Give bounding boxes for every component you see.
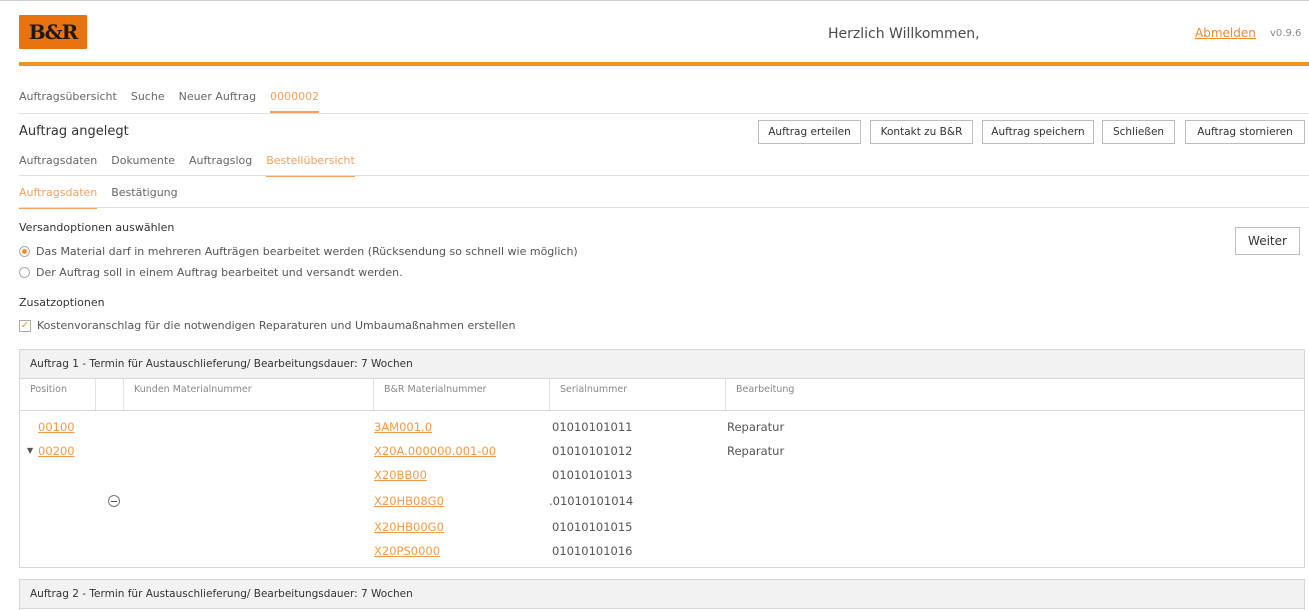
serial-number: 01010101011 <box>552 420 633 434</box>
radio-selected-icon[interactable] <box>19 246 30 257</box>
serial-number: .01010101014 <box>549 494 634 508</box>
tab-order-summary[interactable]: Bestellübersicht <box>266 154 355 177</box>
tab-search[interactable]: Suche <box>131 90 165 113</box>
shipping-options-title: Versandoptionen auswählen <box>19 221 175 234</box>
version-label: v0.9.6 <box>1270 28 1302 39</box>
order-2-panel: Auftrag 2 - Termin für Austauschlieferun… <box>19 579 1305 610</box>
serial-number: 01010101013 <box>552 468 633 482</box>
company-logo[interactable]: B&R <box>19 15 87 49</box>
table-row: X20HB00G0 01010101015 <box>20 515 1304 539</box>
tab-confirmation[interactable]: Bestätigung <box>111 186 177 209</box>
material-link[interactable]: X20HB08G0 <box>374 489 444 513</box>
order-2-title: Auftrag 2 - Termin für Austauschlieferun… <box>20 580 1304 609</box>
triangle-down-icon[interactable]: ▼ <box>27 439 33 463</box>
extra-options-title: Zusatzoptionen <box>19 296 105 309</box>
serial-number: 01010101016 <box>552 544 633 558</box>
tab-documents[interactable]: Dokumente <box>111 154 175 177</box>
tab-order-data[interactable]: Auftragsdaten <box>19 154 97 177</box>
tab-order-overview[interactable]: Auftragsübersicht <box>19 90 117 113</box>
order-status: Auftrag angelegt <box>19 124 129 139</box>
sub-nav-divider <box>19 175 1309 176</box>
radio-unselected-icon[interactable] <box>19 267 30 278</box>
processing-type: Reparatur <box>727 444 785 458</box>
table-row: X20BB00 01010101013 <box>20 463 1304 487</box>
sub-nav2-divider <box>19 207 1309 208</box>
col-processing[interactable]: Bearbeitung <box>726 379 1306 410</box>
header-accent-bar <box>19 62 1309 66</box>
shipping-option-single[interactable]: Der Auftrag soll in einem Auftrag bearbe… <box>19 266 403 279</box>
table-row: X20PS0000 01010101016 <box>20 539 1304 563</box>
top-border <box>0 0 1309 1</box>
tab-new-order[interactable]: Neuer Auftrag <box>179 90 257 113</box>
tab-order-log[interactable]: Auftragslog <box>189 154 252 177</box>
tab-summary-order-data[interactable]: Auftragsdaten <box>19 186 98 209</box>
serial-number: 01010101015 <box>552 520 633 534</box>
material-link[interactable]: X20HB00G0 <box>374 515 444 539</box>
col-position[interactable]: Position <box>20 379 96 410</box>
logo-text: B&R <box>28 20 79 44</box>
shipping-option-multiple-label: Das Material darf in mehreren Aufträgen … <box>36 245 578 258</box>
cancel-order-button[interactable]: Auftrag stornieren <box>1185 120 1305 144</box>
next-button[interactable]: Weiter <box>1235 227 1300 255</box>
nav-divider <box>19 113 1309 114</box>
order-sub-nav: Auftragsdaten Dokumente Auftragslog Best… <box>19 154 369 177</box>
position-link[interactable]: 00200 <box>38 439 75 463</box>
col-customer-material[interactable]: Kunden Materialnummer <box>124 379 374 410</box>
checkbox-checked-icon[interactable]: ✓ <box>19 319 31 332</box>
material-link[interactable]: X20A.000000.001-00 <box>374 439 496 463</box>
col-br-material[interactable]: B&R Materialnummer <box>374 379 550 410</box>
position-link[interactable]: 00100 <box>38 415 75 439</box>
table-row: ▼ 00200 X20A.000000.001-00 01010101012 R… <box>20 439 1304 463</box>
contact-button[interactable]: Kontakt zu B&R <box>870 120 973 144</box>
save-order-button[interactable]: Auftrag speichern <box>982 120 1094 144</box>
serial-number: 01010101012 <box>552 444 633 458</box>
shipping-option-single-label: Der Auftrag soll in einem Auftrag bearbe… <box>36 266 403 279</box>
col-serial[interactable]: Serialnummer <box>550 379 726 410</box>
close-button[interactable]: Schließen <box>1102 120 1175 144</box>
tab-current-order[interactable]: 0000002 <box>270 90 320 113</box>
main-nav: Auftragsübersicht Suche Neuer Auftrag 00… <box>19 90 333 113</box>
order-1-title: Auftrag 1 - Termin für Austauschlieferun… <box>20 350 1304 379</box>
col-expand <box>96 379 124 410</box>
summary-sub-nav: Auftragsdaten Bestätigung <box>19 186 192 209</box>
welcome-text: Herzlich Willkommen, <box>828 26 980 42</box>
order-1-panel: Auftrag 1 - Termin für Austauschlieferun… <box>19 349 1305 568</box>
table-row: 00100 3AM001.0 01010101011 Reparatur <box>20 415 1304 439</box>
material-link[interactable]: X20BB00 <box>374 463 427 487</box>
order-1-table-header: Position Kunden Materialnummer B&R Mater… <box>20 379 1304 411</box>
table-row: X20HB08G0 .01010101014 <box>20 489 1304 513</box>
shipping-option-multiple[interactable]: Das Material darf in mehreren Aufträgen … <box>19 245 578 258</box>
create-order-button[interactable]: Auftrag erteilen <box>758 120 861 144</box>
processing-type: Reparatur <box>727 420 785 434</box>
extra-option-estimate-label: Kostenvoranschlag für die notwendigen Re… <box>37 319 516 332</box>
logout-link[interactable]: Abmelden <box>1195 26 1256 40</box>
material-link[interactable]: 3AM001.0 <box>374 415 432 439</box>
material-link[interactable]: X20PS0000 <box>374 539 440 563</box>
minus-circle-icon[interactable] <box>108 495 120 507</box>
extra-option-estimate[interactable]: ✓ Kostenvoranschlag für die notwendigen … <box>19 319 515 332</box>
